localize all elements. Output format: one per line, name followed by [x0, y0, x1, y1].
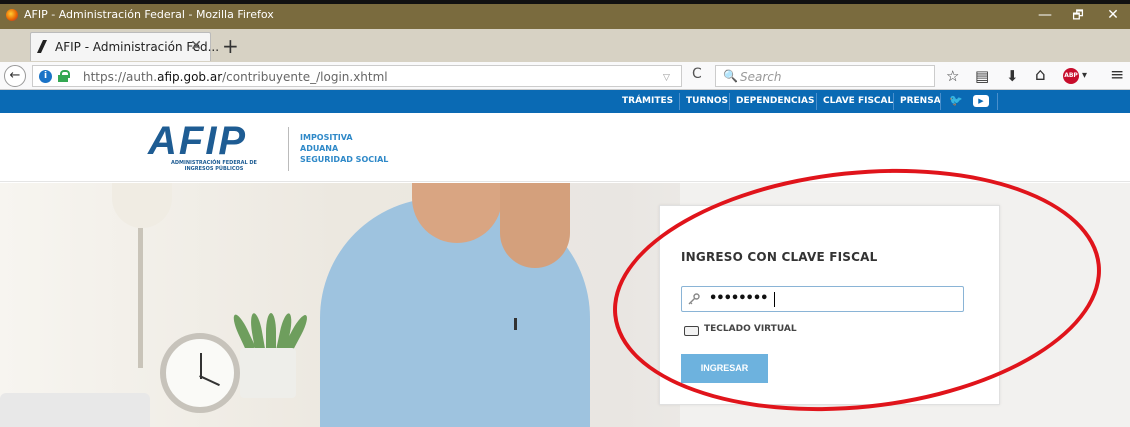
login-card: INGRESO CON CLAVE FISCAL •••••••• TECLAD…	[659, 205, 1000, 405]
header-divider	[288, 127, 289, 171]
hero-lamp-stem	[138, 228, 143, 368]
nav-divider	[729, 93, 730, 110]
keyboard-icon	[684, 326, 699, 336]
nav-tramites[interactable]: TRÁMITES	[622, 96, 673, 106]
hero-person-arm	[500, 183, 570, 268]
site-header: AFIP ADMINISTRACIÓN FEDERAL DE INGRESOS …	[0, 113, 1130, 182]
download-icon[interactable]: ⬇	[1006, 67, 1019, 85]
login-title: INGRESO CON CLAVE FISCAL	[681, 250, 878, 264]
nav-prensa[interactable]: PRENSA	[900, 96, 941, 106]
close-tab-icon[interactable]: ✕	[190, 38, 202, 54]
close-window-button[interactable]: ✕	[1098, 6, 1128, 24]
search-bar[interactable]: 🔍 Search	[715, 65, 935, 87]
back-button[interactable]: ←	[4, 65, 26, 87]
tagline-impositiva: IMPOSITIVA	[300, 133, 353, 142]
url-bar[interactable]: i https://auth.afip.gob.ar/contribuyente…	[32, 65, 682, 87]
site-info-icon[interactable]: i	[39, 70, 52, 83]
hero-lamp	[112, 183, 172, 228]
password-value: ••••••••	[709, 291, 768, 306]
nav-divider	[816, 93, 817, 110]
afip-logo[interactable]: AFIP	[148, 121, 273, 161]
abp-menu-icon[interactable]: ▾	[1082, 70, 1087, 81]
text-caret	[774, 292, 775, 307]
hero-clock	[160, 333, 240, 413]
lock-icon	[58, 70, 70, 82]
tagline-aduana: ADUANA	[300, 144, 339, 153]
navigation-bar: i https://auth.afip.gob.ar/contribuyente…	[0, 62, 1130, 90]
ingresar-button[interactable]: INGRESAR	[681, 354, 768, 383]
url-suffix: /contribuyente_/login.xhtml	[222, 70, 388, 84]
restore-button[interactable]: 🗗	[1063, 6, 1093, 24]
twitter-icon[interactable]: 🐦	[949, 94, 963, 107]
header-tagline: IMPOSITIVA ADUANA SEGURIDAD SOCIAL	[300, 132, 388, 165]
hamburger-menu-icon[interactable]: ≡	[1110, 65, 1124, 85]
home-icon[interactable]: ⌂	[1035, 65, 1046, 85]
url-prefix: https://auth.	[83, 70, 158, 84]
firefox-icon	[6, 9, 18, 21]
url-text[interactable]: https://auth.afip.gob.ar/contribuyente_/…	[83, 70, 388, 84]
window-title: AFIP - Administración Federal - Mozilla …	[24, 8, 274, 21]
reload-icon[interactable]: C	[692, 66, 702, 82]
window-title-bar: AFIP - Administración Federal - Mozilla …	[0, 0, 1130, 29]
adblock-plus-icon[interactable]: ABP	[1063, 68, 1079, 84]
key-icon	[688, 293, 700, 305]
nav-clave-fiscal[interactable]: CLAVE FISCAL	[823, 96, 893, 106]
password-field[interactable]: ••••••••	[681, 286, 964, 312]
afip-logo-subtitle: ADMINISTRACIÓN FEDERAL DE INGRESOS PÚBLI…	[169, 160, 259, 172]
search-icon: 🔍	[723, 69, 738, 83]
afip-top-nav: TRÁMITES TURNOS DEPENDENCIAS CLAVE FISCA…	[0, 90, 1130, 113]
hero-laptop	[0, 393, 150, 427]
nav-dependencias[interactable]: DEPENDENCIAS	[736, 96, 814, 106]
nav-turnos[interactable]: TURNOS	[686, 96, 728, 106]
top-strip	[0, 0, 1130, 4]
nav-divider	[679, 93, 680, 110]
logo-subtitle-line: INGRESOS PÚBLICOS	[184, 166, 244, 172]
hero-plant	[228, 301, 311, 352]
new-tab-button[interactable]: +	[222, 34, 239, 58]
url-dropdown-icon[interactable]: ▽	[663, 73, 670, 83]
hero-shirt-button	[514, 318, 517, 330]
tagline-seguridad-social: SEGURIDAD SOCIAL	[300, 155, 389, 164]
tab-afip[interactable]: AFIP - Administración Fed... ✕	[30, 32, 219, 61]
afip-favicon-icon	[37, 40, 47, 53]
youtube-icon[interactable]: ▶	[973, 95, 989, 107]
url-domain: afip.gob.ar	[157, 70, 223, 84]
nav-divider	[893, 93, 894, 110]
virtual-keyboard-label: TECLADO VIRTUAL	[704, 324, 797, 334]
nav-divider	[997, 93, 998, 110]
tab-strip: AFIP - Administración Fed... ✕ +	[0, 29, 1130, 62]
minimize-button[interactable]: —	[1030, 6, 1060, 24]
bookmark-star-icon[interactable]: ☆	[946, 67, 959, 85]
nav-divider	[940, 93, 941, 110]
library-icon[interactable]: ▤	[975, 67, 989, 85]
afip-logo-text: AFIP	[148, 119, 248, 163]
search-placeholder: Search	[740, 70, 782, 84]
hero-plant-pot	[240, 348, 296, 398]
